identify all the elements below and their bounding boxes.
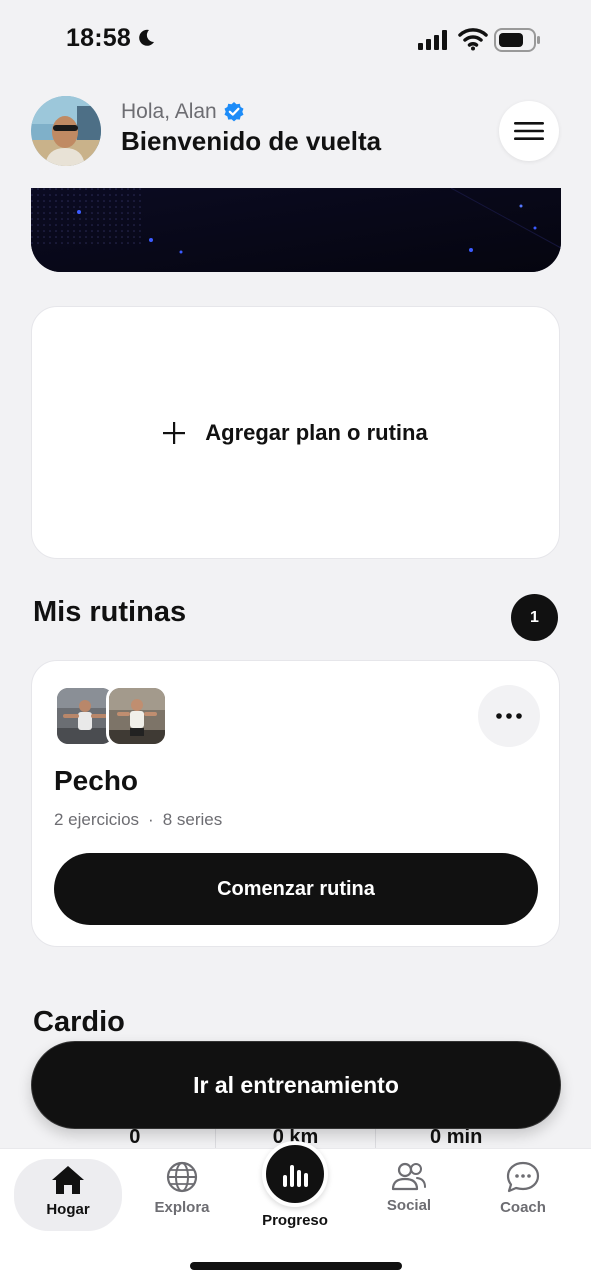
routine-exercises: 2 ejercicios: [54, 810, 140, 829]
routine-card[interactable]: Pecho 2 ejercicios · 8 series Comenzar r…: [31, 660, 560, 947]
header: Hola, Alan Bienvenido de vuelta: [0, 94, 591, 188]
routine-count-badge: 1: [511, 594, 558, 641]
my-routines-title: Mis rutinas: [33, 596, 187, 628]
bottom-nav: Hogar Explora Progreso Social Coach: [0, 1141, 591, 1280]
go-to-workout-button[interactable]: Ir al entrenamiento: [31, 1041, 561, 1129]
nav-label-progress: Progreso: [262, 1212, 328, 1229]
nav-label-explore: Explora: [154, 1199, 210, 1216]
wifi-icon: [458, 28, 488, 51]
chat-icon: [506, 1161, 540, 1193]
add-plan-label: Agregar plan o rutina: [205, 419, 428, 445]
nav-item-social[interactable]: Social: [355, 1161, 463, 1231]
add-plan-card[interactable]: Agregar plan o rutina: [31, 306, 560, 559]
signal-icon: [418, 30, 447, 50]
start-routine-button[interactable]: Comenzar rutina: [54, 853, 538, 925]
plus-icon: [163, 421, 186, 444]
routine-series: 8 series: [162, 810, 223, 829]
cardio-title: Cardio: [33, 1006, 125, 1038]
welcome-title: Bienvenido de vuelta: [121, 126, 382, 156]
bar-chart-icon: [283, 1165, 308, 1187]
moon-icon: [139, 29, 154, 46]
hero-banner[interactable]: [31, 188, 561, 272]
home-indicator[interactable]: [190, 1262, 402, 1270]
hero-background: [31, 188, 561, 272]
nav-label-coach: Coach: [500, 1199, 546, 1216]
meta-separator: ·: [148, 810, 154, 829]
globe-icon: [166, 1161, 198, 1193]
routine-name: Pecho: [54, 765, 139, 796]
more-icon: [496, 713, 522, 719]
verified-icon: [224, 102, 244, 122]
nav-item-coach[interactable]: Coach: [469, 1161, 577, 1231]
users-icon: [391, 1162, 426, 1191]
status-time: 18:58: [66, 24, 131, 52]
greeting: Hola, Alan: [121, 100, 245, 124]
home-icon: [52, 1166, 84, 1194]
menu-button[interactable]: [499, 101, 559, 161]
exercise-thumbnail: [106, 685, 168, 747]
greeting-text: Hola, Alan: [121, 100, 217, 123]
avatar-photo: [31, 96, 101, 166]
nav-item-explore[interactable]: Explora: [128, 1161, 236, 1231]
routine-meta: 2 ejercicios · 8 series: [54, 810, 222, 830]
avatar[interactable]: [31, 96, 101, 166]
nav-label-social: Social: [386, 1197, 432, 1214]
battery-icon: [494, 28, 540, 52]
more-options-button[interactable]: [478, 685, 540, 747]
nav-item-home[interactable]: Hogar: [14, 1159, 122, 1231]
nav-label-home: Hogar: [46, 1201, 90, 1218]
status-bar: 18:58: [0, 0, 591, 80]
nav-item-progress[interactable]: [262, 1141, 328, 1207]
hamburger-icon: [514, 122, 544, 140]
